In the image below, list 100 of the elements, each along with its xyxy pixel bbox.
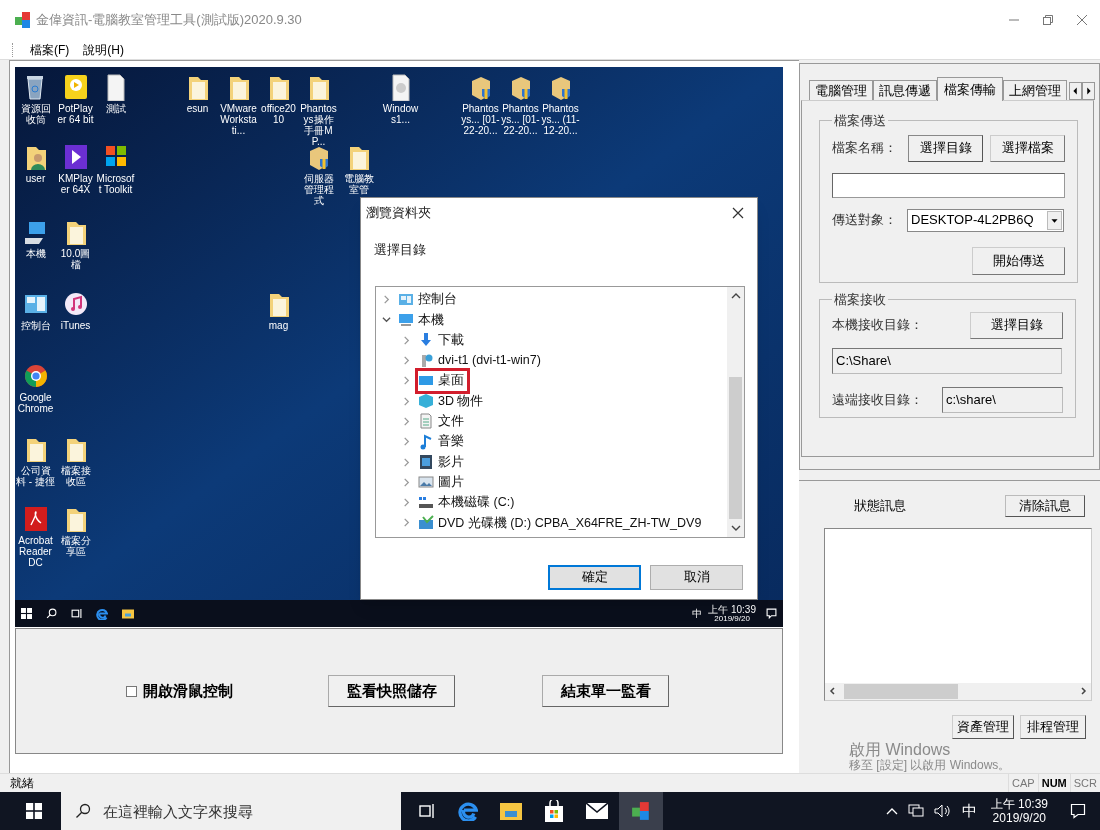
windows-logo-icon[interactable] (26, 803, 42, 819)
desktop-icon-label: user (25, 173, 46, 184)
active-app-tile[interactable] (619, 792, 663, 830)
file-name-field[interactable] (832, 172, 1065, 198)
local-folder-field[interactable]: C:\Share\ (832, 347, 1062, 374)
tab-scroll-left-icon[interactable] (1069, 82, 1082, 100)
folder-tree-item[interactable]: 音樂 (418, 431, 467, 452)
clock-date: 2019/9/20 (714, 614, 750, 623)
folder-tree-item[interactable]: 本機磁碟 (C:) (418, 492, 518, 513)
group-title: 檔案接收 (833, 291, 887, 309)
desktop-icon-label: 10.0圖檔 (59, 248, 92, 270)
remote-folder-field[interactable]: c:\share\ (942, 386, 1063, 413)
tab[interactable]: 檔案傳輸 (937, 77, 1003, 101)
task-view-icon[interactable] (71, 608, 82, 619)
music-note-icon[interactable] (62, 290, 89, 318)
notification-icon[interactable] (766, 608, 777, 619)
horizontal-scrollbar[interactable] (825, 682, 1091, 700)
network-icon[interactable] (907, 804, 924, 818)
desktop-icon-label: Microsoft Toolkit (96, 173, 135, 195)
restore-icon[interactable] (1042, 14, 1054, 26)
tab[interactable]: 電腦管理 (809, 80, 873, 100)
desktop-icon-label: 伺服器管理程式 (302, 173, 335, 206)
vertical-scrollbar[interactable] (727, 286, 744, 537)
dialog-prompt: 選擇目錄 (374, 241, 426, 259)
edge-icon[interactable] (458, 801, 478, 821)
store-bag-icon[interactable] (544, 800, 564, 822)
remote-screen[interactable] (15, 67, 783, 627)
menu-item[interactable]: 檔案(F) (28, 40, 72, 59)
folder-tree-item[interactable]: 控制台 (398, 289, 460, 310)
ime-indicator[interactable]: 中 (961, 799, 977, 823)
desktop-icon-label: 測試 (105, 103, 126, 114)
media-player-icon[interactable] (62, 143, 89, 171)
search-icon[interactable] (46, 608, 57, 619)
asset-management-button[interactable]: 資產管理 (952, 714, 1014, 739)
chevron-icon[interactable] (382, 315, 391, 325)
film-icon (418, 454, 434, 470)
tab-scroll-right-icon[interactable] (1082, 82, 1095, 100)
search-icon (75, 803, 91, 819)
mail-icon[interactable] (586, 803, 608, 819)
dialog-button[interactable]: 確定 (548, 564, 641, 590)
folder-tree-item[interactable]: 桌面 (418, 370, 467, 391)
tab[interactable]: 上網管理 (1003, 80, 1067, 100)
folder-tree-item[interactable]: 圖片 (418, 472, 467, 493)
media-player-icon[interactable] (62, 73, 89, 101)
scrollbar-thumb[interactable] (844, 683, 958, 699)
hard-drive-icon (418, 494, 434, 511)
tray-expand-icon[interactable] (885, 806, 898, 816)
folder-tree-item[interactable]: 本機 (398, 309, 447, 330)
desktop-icon-label: office2010 (260, 103, 297, 125)
desktop-icon-label: 控制台 (20, 320, 51, 331)
browser-icon[interactable] (22, 362, 49, 390)
folder-tree-item[interactable]: 影片 (418, 452, 467, 472)
computer-icon (398, 311, 414, 328)
folder-tree-item[interactable]: 下載 (418, 330, 467, 351)
folder-tree-item[interactable]: 文件 (418, 411, 467, 432)
snapshot-save-button[interactable]: 監看快照儲存 (328, 675, 455, 707)
field-label: 傳送對象： (832, 211, 898, 230)
menu-item[interactable]: 說明(H) (81, 40, 126, 59)
desktop-icon-label: 檔案接收區 (59, 465, 92, 487)
desktop-icon-label: KMPlayer 64X (57, 173, 94, 195)
desktop-icon-label: 資源回收筒 (19, 103, 52, 125)
clear-messages-button[interactable]: 清除訊息 (1005, 495, 1085, 517)
desktop-icon-label: Windows1... (381, 103, 420, 125)
folder-tree-item[interactable]: 3D 物件 (418, 391, 487, 412)
desktop-icon-label: Phantosys操作手冊MP... (299, 103, 338, 147)
scrollbar-thumb[interactable] (729, 376, 742, 519)
taskbar-search-field[interactable]: 在這裡輸入文字來搜尋 (61, 792, 401, 830)
choose-file-button[interactable]: 選擇檔案 (990, 134, 1065, 162)
desktop-icon-label: VMware Workstati... (219, 103, 258, 136)
dialog-title: 瀏覽資料夾 (366, 204, 431, 223)
control-panel-icon (398, 291, 414, 308)
dialog-button[interactable]: 取消 (650, 564, 743, 590)
edge-icon[interactable] (96, 607, 108, 620)
schedule-management-button[interactable]: 排程管理 (1020, 714, 1086, 739)
windows-logo-icon[interactable] (21, 608, 32, 619)
start-send-button[interactable]: 開始傳送 (972, 246, 1065, 275)
end-monitor-button[interactable]: 結束單一監看 (542, 675, 669, 707)
folder-icon[interactable] (122, 608, 134, 619)
ime-indicator[interactable]: 中 (692, 606, 703, 621)
close-icon[interactable] (732, 207, 744, 219)
clock-time: 上午 10:39 (990, 796, 1048, 811)
app-logo-icon[interactable] (631, 801, 651, 821)
panel-title: 狀態訊息 (854, 497, 906, 516)
folder-tree-item[interactable]: dvi-t1 (dvi-t1-win7) (418, 350, 544, 371)
pdf-reader-icon[interactable] (22, 505, 49, 533)
target-dropdown[interactable]: DESKTOP-4L2PB6Q (907, 208, 1064, 232)
cube-icon (418, 393, 434, 410)
mouse-control-checkbox[interactable]: 開啟滑鼠控制 (126, 679, 233, 703)
folder-icon[interactable] (500, 802, 522, 820)
choose-folder-button[interactable]: 選擇目錄 (908, 134, 983, 162)
tab[interactable]: 訊息傳遞 (873, 80, 937, 100)
window-title: 金偉資訊-電腦教室管理工具(測試版)2020.9.30 (36, 11, 302, 30)
volume-icon[interactable] (933, 804, 952, 818)
desktop-icon-label: Google Chrome (16, 392, 55, 414)
desktop-icon-label: 檔案分享區 (59, 535, 92, 557)
choose-folder-button[interactable]: 選擇目錄 (970, 311, 1063, 339)
notification-icon[interactable] (1070, 803, 1086, 819)
desktop-icon-label: 公司資料 - 捷徑 (16, 465, 55, 487)
task-view-icon[interactable] (418, 802, 436, 820)
folder-tree-item[interactable]: DVD 光碟機 (D:) CPBA_X64FRE_ZH-TW_DV9 (418, 512, 705, 533)
